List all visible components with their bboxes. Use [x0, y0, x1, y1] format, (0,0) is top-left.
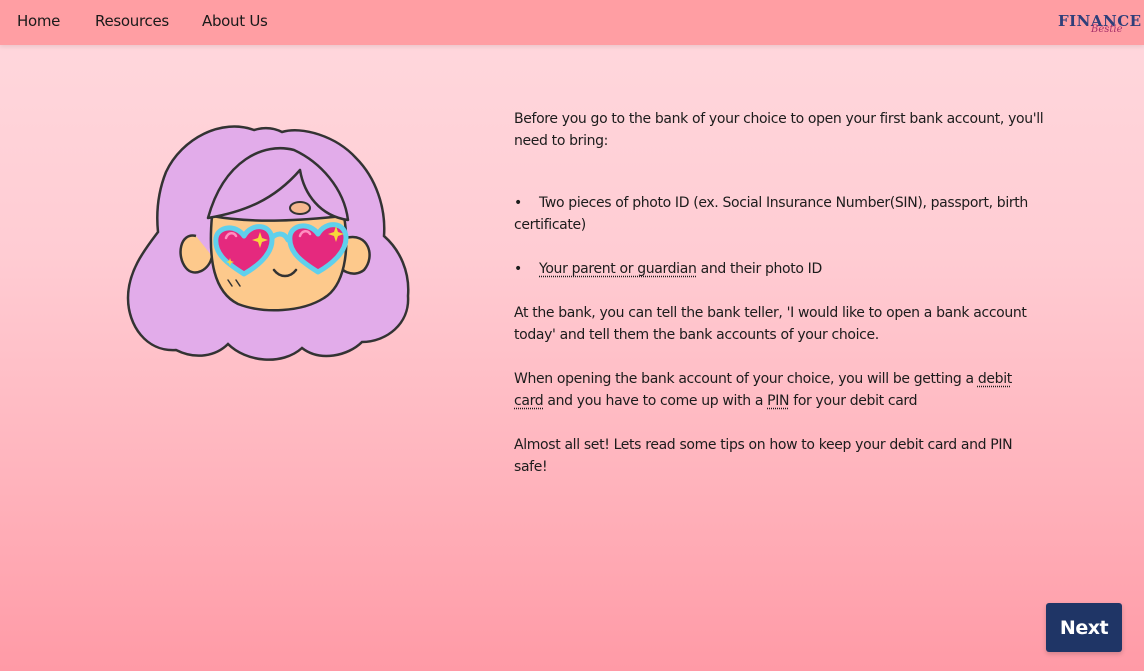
nav-home-link[interactable]: Home [17, 12, 60, 30]
instructions-content: Before you go to the bank of your choice… [514, 108, 1044, 478]
pin-link[interactable]: PIN [767, 393, 789, 409]
top-navbar: Home Resources About Us FINANCE Bestie [0, 0, 1144, 45]
parent-guardian-rest-text: and their photo ID [696, 261, 823, 277]
bullet-icon: • [514, 261, 522, 277]
nav-resources-link[interactable]: Resources [95, 12, 169, 30]
girl-with-heart-glasses-icon [124, 120, 414, 368]
bullet-icon: • [514, 195, 522, 211]
parent-guardian-link[interactable]: Your parent or guardian [539, 261, 697, 277]
next-button[interactable]: Next [1046, 603, 1122, 652]
debit-post-text: for your debit card [789, 393, 918, 409]
debit-pre-text: When opening the bank account of your ch… [514, 371, 978, 387]
items-to-bring-list: • Two pieces of photo ID (ex. Social Insu… [514, 192, 1044, 280]
debit-card-paragraph: When opening the bank account of your ch… [514, 368, 1044, 412]
nav-about-us-link[interactable]: About Us [202, 12, 268, 30]
debit-mid-text: and you have to come up with a [543, 393, 768, 409]
list-item: • Your parent or guardian and their photo… [514, 258, 1044, 280]
photo-id-text: Two pieces of photo ID (ex. Social Insur… [514, 195, 1028, 233]
closing-paragraph: Almost all set! Lets read some tips on h… [514, 437, 1013, 475]
list-item: • Two pieces of photo ID (ex. Social Insu… [514, 192, 1044, 236]
intro-paragraph: Before you go to the bank of your choice… [514, 111, 1044, 149]
bank-teller-paragraph: At the bank, you can tell the bank telle… [514, 305, 1027, 343]
finance-bestie-logo[interactable]: FINANCE Bestie [1055, 9, 1141, 39]
logo-sub-text: Bestie [1091, 24, 1123, 35]
